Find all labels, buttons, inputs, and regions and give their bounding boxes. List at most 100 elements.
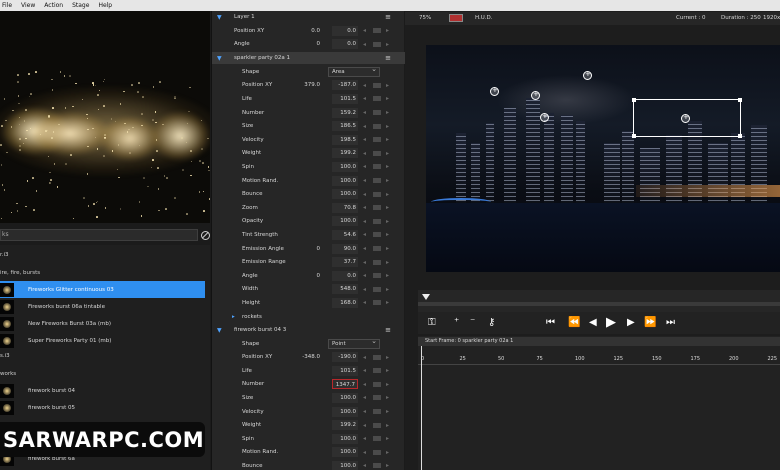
layer-header[interactable]: ▼ firework burst 04 3 ≡ <box>212 324 405 336</box>
value-field[interactable]: 199.2 <box>332 420 358 431</box>
step-forward-icon[interactable]: ▶ <box>627 317 635 328</box>
next-key-icon[interactable]: ▸ <box>386 82 393 89</box>
keyframe-icon[interactable] <box>373 137 381 143</box>
collapse-icon[interactable]: ▼ <box>217 14 222 21</box>
value-x-field[interactable] <box>302 298 322 308</box>
next-key-icon[interactable]: ▸ <box>386 136 393 143</box>
emitter-area-box[interactable] <box>632 98 742 138</box>
value-field[interactable]: 100.0 <box>332 406 358 417</box>
prev-key-icon[interactable]: ◂ <box>363 41 370 48</box>
list-item[interactable]: Fireworks burst 06a tintable <box>0 298 205 315</box>
add-key-icon[interactable]: ⁺ <box>454 317 459 328</box>
prev-key-icon[interactable]: ◂ <box>363 394 370 401</box>
keyframe-icon[interactable] <box>373 463 381 469</box>
next-key-icon[interactable]: ▸ <box>386 177 393 184</box>
timeline[interactable]: Start Frame: 0 sparkler party 02a 1 0 25 5… <box>418 336 780 470</box>
value-x-field[interactable] <box>302 203 322 213</box>
next-key-icon[interactable]: ▸ <box>386 218 393 225</box>
next-key-icon[interactable]: ▸ <box>386 204 393 211</box>
scrub-bar[interactable] <box>418 290 780 312</box>
next-key-icon[interactable]: ▸ <box>386 259 393 266</box>
value-x-field[interactable] <box>302 434 322 444</box>
value-x-field[interactable] <box>302 420 322 430</box>
value-x-field[interactable]: 0.0 <box>302 26 322 36</box>
prev-key-icon[interactable]: ◂ <box>363 462 370 469</box>
key-options-icon[interactable]: ⚷ <box>488 317 495 328</box>
value-field[interactable]: 1347.7 <box>332 379 358 390</box>
next-key-icon[interactable]: ▸ <box>386 191 393 198</box>
emitter-handle[interactable] <box>540 112 549 122</box>
prev-key-icon[interactable]: ◂ <box>363 191 370 198</box>
menu-help[interactable]: Help <box>98 0 112 11</box>
next-key-icon[interactable]: ▸ <box>386 272 393 279</box>
value-x-field[interactable] <box>302 148 322 158</box>
value-field[interactable]: 186.5 <box>332 121 358 132</box>
collapse-icon[interactable]: ▼ <box>217 55 222 62</box>
menu-icon[interactable]: ≡ <box>385 326 391 334</box>
emitter-handle[interactable] <box>681 113 690 123</box>
prev-key-icon[interactable]: ◂ <box>363 231 370 238</box>
keyframe-icon[interactable] <box>373 409 381 414</box>
prev-key-icon[interactable]: ◂ <box>363 449 370 456</box>
prev-key-icon[interactable]: ◂ <box>363 245 370 252</box>
keyframe-icon[interactable] <box>373 354 381 360</box>
category-label[interactable]: works <box>0 371 16 377</box>
shape-dropdown[interactable]: Area <box>328 65 380 77</box>
last-frame-icon[interactable]: ⏭ <box>666 317 675 328</box>
playhead-marker[interactable] <box>422 294 430 300</box>
rewind-icon[interactable]: ⏪ <box>568 317 580 328</box>
stage-canvas[interactable] <box>426 45 780 272</box>
zoom-level[interactable]: 75% <box>419 15 431 21</box>
prev-key-icon[interactable]: ◂ <box>363 95 370 102</box>
prev-key-icon[interactable]: ◂ <box>363 367 370 374</box>
category-label[interactable]: ire, fire, bursts <box>0 270 40 276</box>
value-x-field[interactable] <box>302 379 322 389</box>
prev-key-icon[interactable]: ◂ <box>363 422 370 429</box>
prev-key-icon[interactable]: ◂ <box>363 136 370 143</box>
category-label[interactable]: r.i3 <box>0 252 9 258</box>
value-field[interactable]: 0.0 <box>332 39 358 50</box>
emitter-handle[interactable] <box>583 70 592 80</box>
next-key-icon[interactable]: ▸ <box>386 299 393 306</box>
menu-file[interactable]: File <box>2 0 12 11</box>
value-x-field[interactable] <box>302 447 322 457</box>
list-item[interactable]: firework burst 04 <box>0 382 205 399</box>
value-field[interactable]: 100.0 <box>332 392 358 403</box>
value-field[interactable]: 90.0 <box>332 243 358 254</box>
value-x-field[interactable] <box>302 284 322 294</box>
next-key-icon[interactable]: ▸ <box>386 163 393 170</box>
emitter-handle[interactable] <box>531 90 540 100</box>
next-key-icon[interactable]: ▸ <box>386 381 393 388</box>
value-x-field[interactable] <box>302 366 322 376</box>
timeline-cursor[interactable] <box>421 346 422 470</box>
value-field[interactable]: 100.0 <box>332 433 358 444</box>
prev-key-icon[interactable]: ◂ <box>363 82 370 89</box>
keyframe-icon[interactable] <box>373 381 381 387</box>
value-field[interactable]: 199.2 <box>332 148 358 159</box>
value-x-field[interactable] <box>302 216 322 226</box>
search-input[interactable]: ks <box>0 229 199 241</box>
next-key-icon[interactable]: ▸ <box>386 435 393 442</box>
value-x-field[interactable] <box>302 230 322 240</box>
next-key-icon[interactable]: ▸ <box>386 41 393 48</box>
keyframe-icon[interactable] <box>373 395 381 401</box>
value-field[interactable]: 548.0 <box>332 284 358 295</box>
value-field[interactable]: 101.5 <box>332 93 358 104</box>
keyframe-icon[interactable] <box>373 436 381 442</box>
value-field[interactable]: 198.5 <box>332 134 358 145</box>
prev-key-icon[interactable]: ◂ <box>363 299 370 306</box>
remove-key-icon[interactable]: ⁻ <box>470 317 475 328</box>
keyframe-icon[interactable] <box>373 164 381 170</box>
list-item[interactable]: New Fireworks Burst 03a (mb) <box>0 315 205 332</box>
menu-stage[interactable]: Stage <box>72 0 89 11</box>
value-x-field[interactable]: 0 <box>302 271 322 281</box>
value-field[interactable]: 37.7 <box>332 257 358 268</box>
value-field[interactable]: 159.2 <box>332 107 358 118</box>
next-key-icon[interactable]: ▸ <box>386 95 393 102</box>
category-label[interactable]: s.i3 <box>0 353 10 359</box>
fast-forward-icon[interactable]: ⏩ <box>644 317 656 328</box>
value-field[interactable]: 0.0 <box>332 270 358 281</box>
keyframe-icon[interactable] <box>373 246 381 251</box>
menu-action[interactable]: Action <box>44 0 63 11</box>
value-x-field[interactable] <box>302 393 322 403</box>
